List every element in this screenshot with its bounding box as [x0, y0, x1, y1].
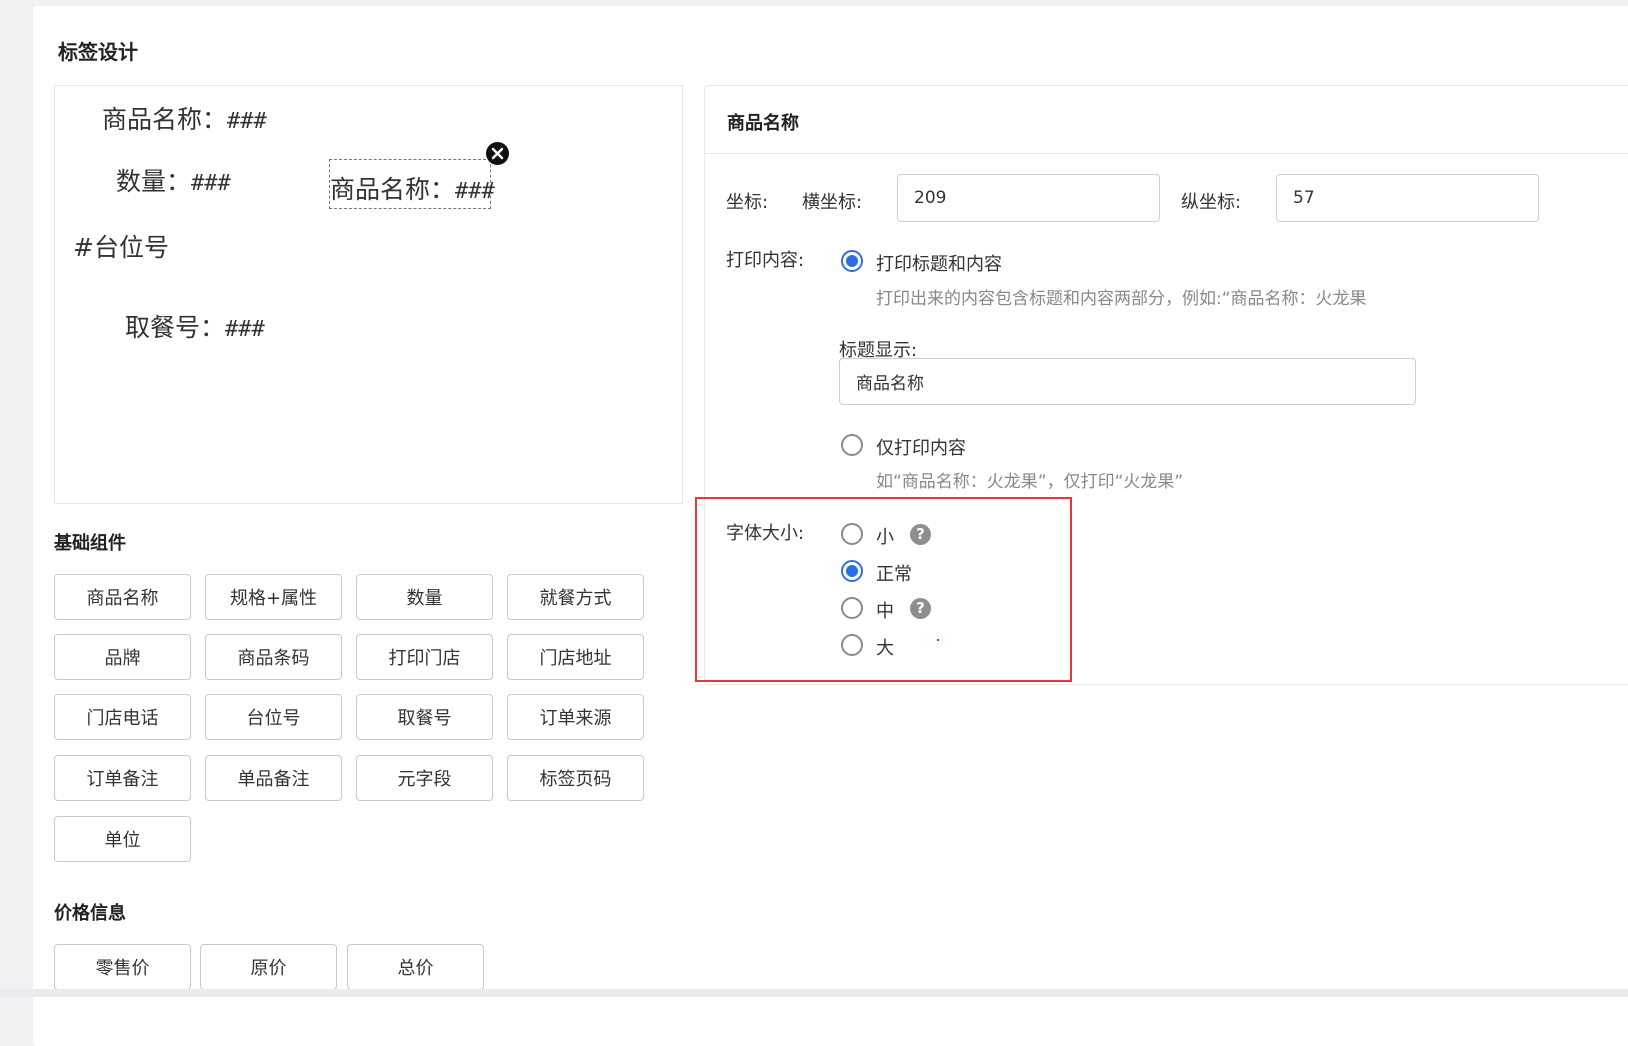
component-button[interactable]: 门店地址 — [507, 634, 644, 680]
component-button[interactable]: 台位号 — [205, 694, 342, 740]
canvas-label-value: ### — [191, 171, 231, 196]
x-coord-input[interactable] — [897, 174, 1160, 222]
coord-label: 坐标: — [726, 192, 769, 213]
component-button[interactable]: 数量 — [356, 574, 493, 620]
selected-label-element[interactable]: 商品名称：### — [329, 159, 495, 209]
price-info-title: 价格信息 — [54, 903, 126, 924]
component-button[interactable]: 规格+属性 — [205, 574, 342, 620]
component-button[interactable]: 标签页码 — [507, 755, 644, 801]
component-button[interactable]: 订单备注 — [54, 755, 191, 801]
component-button[interactable]: 元字段 — [356, 755, 493, 801]
component-button[interactable]: 门店电话 — [54, 694, 191, 740]
component-button[interactable]: 商品名称 — [54, 574, 191, 620]
radio-content-only[interactable] — [841, 434, 863, 456]
price-component-button[interactable]: 总价 — [347, 944, 484, 990]
component-button[interactable]: 取餐号 — [356, 694, 493, 740]
option-content-only[interactable]: 仅打印内容 — [876, 434, 966, 460]
print-content-label: 打印内容: — [726, 250, 805, 271]
canvas-label-title: #台位号 — [73, 233, 169, 262]
highlight-annotation-box — [695, 497, 1072, 682]
properties-title: 商品名称 — [727, 113, 799, 134]
canvas-label-title: 数量： — [116, 167, 192, 196]
annotation-dot — [937, 639, 939, 641]
selected-label-text: 商品名称：### — [330, 170, 495, 206]
page-title: 标签设计 — [58, 40, 138, 64]
close-icon[interactable] — [486, 142, 509, 165]
component-button[interactable]: 单品备注 — [205, 755, 342, 801]
canvas-label-title: 商品名称： — [330, 175, 456, 204]
title-display-input[interactable] — [839, 358, 1416, 405]
radio-title-and-content[interactable] — [841, 250, 863, 272]
component-button[interactable]: 品牌 — [54, 634, 191, 680]
canvas-label-product-name[interactable]: 商品名称：### — [102, 100, 267, 136]
canvas-label-title: 商品名称： — [102, 105, 228, 134]
component-button[interactable]: 就餐方式 — [507, 574, 644, 620]
component-button[interactable]: 商品条码 — [205, 634, 342, 680]
canvas-label-table-number[interactable]: #台位号 — [73, 228, 169, 264]
canvas-label-pickup-number[interactable]: 取餐号：### — [125, 308, 265, 344]
canvas-label-quantity[interactable]: 数量：### — [116, 162, 231, 198]
component-button[interactable]: 订单来源 — [507, 694, 644, 740]
price-component-button[interactable]: 原价 — [200, 944, 337, 990]
canvas-label-value: ### — [225, 317, 265, 342]
price-component-button[interactable]: 零售价 — [54, 944, 191, 990]
y-coord-label: 纵坐标: — [1181, 192, 1242, 213]
bottom-scroll-strip — [0, 989, 1628, 997]
label-canvas[interactable]: 商品名称：### 数量：### #台位号 取餐号：### — [54, 85, 683, 504]
option-title-and-content-hint: 打印出来的内容包含标题和内容两部分，例如:“商品名称：火龙果 — [876, 289, 1367, 309]
basic-components-title: 基础组件 — [54, 533, 126, 554]
option-title-and-content[interactable]: 打印标题和内容 — [876, 250, 1002, 276]
canvas-label-title: 取餐号： — [125, 313, 226, 342]
component-button[interactable]: 单位 — [54, 816, 191, 862]
properties-header: 商品名称 — [705, 86, 1628, 154]
canvas-label-value: ### — [455, 179, 495, 204]
component-button[interactable]: 打印门店 — [356, 634, 493, 680]
option-content-only-hint: 如“商品名称：火龙果”，仅打印“火龙果” — [876, 472, 1184, 492]
x-coord-label: 横坐标: — [802, 192, 863, 213]
canvas-label-value: ### — [227, 109, 267, 134]
y-coord-input[interactable] — [1276, 174, 1539, 222]
